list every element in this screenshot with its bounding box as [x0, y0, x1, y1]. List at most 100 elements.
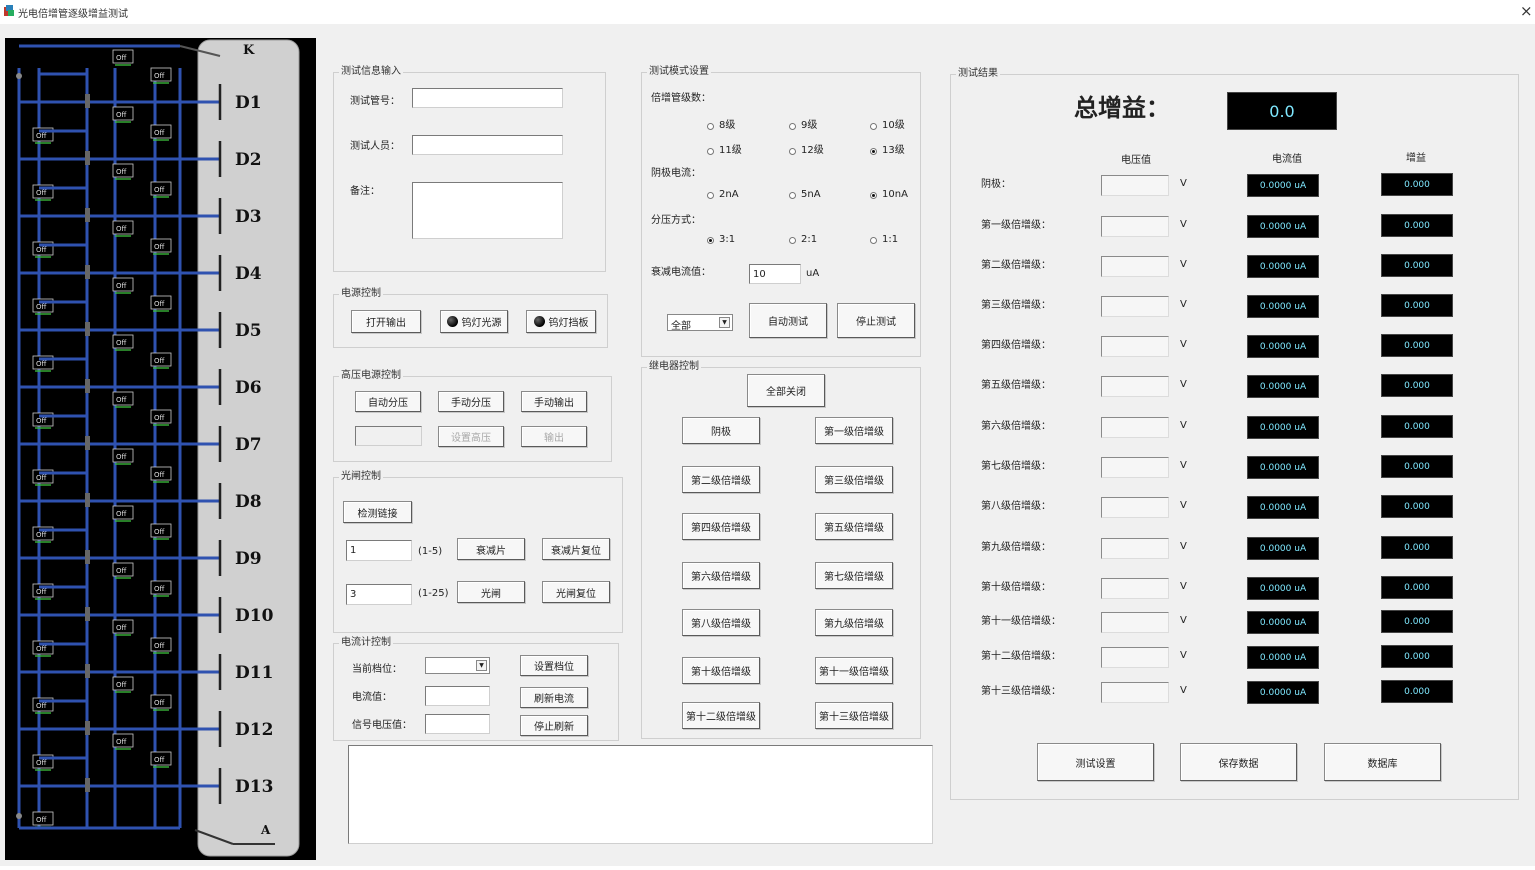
relay-button-10[interactable]: 第十级倍增级	[682, 657, 760, 684]
gate-reset-button[interactable]: 光闸复位	[542, 581, 610, 603]
auto-test-label: 自动测试	[768, 317, 808, 328]
result-current-display-5: 0.0000 uA	[1247, 375, 1319, 398]
result-voltage-unit-6: V	[1180, 420, 1187, 431]
divider-radio-2[interactable]: 1:1	[870, 234, 898, 246]
relay-button-1[interactable]: 第一级倍增级	[815, 417, 893, 444]
refresh-current-button[interactable]: 刷新电流	[520, 687, 588, 708]
result-gain-display-13: 0.000	[1381, 680, 1453, 703]
relay-button-11[interactable]: 第十一级倍增级	[815, 657, 893, 684]
relay-button-label: 第十三级倍增级	[819, 712, 889, 723]
atten-button[interactable]: 衰减片	[457, 538, 525, 560]
save-data-button[interactable]: 保存数据	[1180, 743, 1297, 781]
switch-a-label-12: Off	[116, 738, 127, 746]
relay-button-9[interactable]: 第九级倍增级	[815, 609, 893, 636]
node-top	[16, 73, 22, 79]
lamp-shutter-button[interactable]: 钨灯挡板	[526, 310, 596, 333]
result-current-display-11: 0.0000 uA	[1247, 611, 1319, 634]
relay-button-8[interactable]: 第八级倍增级	[682, 609, 760, 636]
result-row-label-0: 阴极：	[981, 179, 1011, 190]
voltage-column-header: 电压值	[1121, 155, 1151, 166]
range-select[interactable]: ▼	[425, 657, 490, 674]
divider-radio-1[interactable]: 2:1	[789, 234, 817, 246]
gain-column-header: 增益	[1406, 153, 1426, 164]
set-hv-button[interactable]: 设置高压	[438, 426, 504, 447]
relay-button-3[interactable]: 第三级倍增级	[815, 466, 893, 493]
stage-radio-4[interactable]: 12级	[789, 145, 824, 157]
stop-test-button[interactable]: 停止测试	[837, 303, 915, 338]
switch-b-label-6: Off	[154, 414, 165, 422]
tester-input[interactable]	[412, 135, 563, 155]
switch-b-label-7: Off	[154, 471, 165, 479]
stage-radio-0[interactable]: 8级	[707, 120, 735, 132]
gate-input[interactable]	[346, 584, 412, 605]
database-button[interactable]: 数据库	[1324, 743, 1441, 781]
cathode-radio-0[interactable]: 2nA	[707, 189, 739, 201]
relay-button-0[interactable]: 阴极	[682, 417, 760, 444]
stop-refresh-label: 停止刷新	[534, 722, 574, 733]
save-data-label: 保存数据	[1218, 758, 1259, 770]
cathode-radio-2[interactable]: 10nA	[870, 189, 908, 201]
remark-input[interactable]	[412, 182, 563, 239]
stages-label: 倍增管级数：	[651, 93, 711, 104]
result-current-value: 0.0000 uA	[1259, 261, 1307, 272]
gate-button[interactable]: 光闸	[457, 581, 525, 603]
test-settings-button[interactable]: 测试设置	[1037, 743, 1154, 781]
decay-input[interactable]	[749, 264, 801, 284]
relay-button-12[interactable]: 第十二级倍增级	[682, 702, 760, 729]
divider-radio-dot	[707, 236, 714, 244]
relay-block-9	[85, 607, 90, 621]
scope-select[interactable]: 全部 ▼	[667, 314, 733, 332]
stage-radio-3[interactable]: 11级	[707, 145, 742, 157]
cathode-radio-1[interactable]: 5nA	[789, 189, 821, 201]
dynode-label-3: D4	[235, 264, 262, 284]
relay-button-5[interactable]: 第五级倍增级	[815, 513, 893, 540]
lamp-shutter-label: 钨灯挡板	[548, 318, 589, 329]
manual-divide-button[interactable]: 手动分压	[438, 391, 504, 412]
signal-input[interactable]	[425, 714, 490, 734]
atten-reset-button[interactable]: 衰减片复位	[542, 538, 610, 560]
info-group-title: 测试信息输入	[339, 66, 403, 78]
result-current-display-6: 0.0000 uA	[1247, 416, 1319, 439]
result-voltage-field-12	[1101, 647, 1169, 668]
hv-value-input[interactable]	[355, 426, 422, 446]
divider-radio-0[interactable]: 3:1	[707, 234, 735, 246]
dynode-label-2: D3	[235, 207, 262, 227]
auto-test-button[interactable]: 自动测试	[749, 303, 827, 338]
switch-b-label-1: Off	[154, 129, 165, 137]
current-input[interactable]	[425, 686, 490, 706]
result-row-label-3: 第三级倍增级：	[981, 300, 1051, 311]
open-output-button[interactable]: 打开输出	[351, 310, 421, 333]
database-label: 数据库	[1367, 758, 1398, 770]
auto-divide-button[interactable]: 自动分压	[355, 391, 421, 412]
detect-link-button[interactable]: 检测链接	[343, 501, 412, 523]
stage-radio-5[interactable]: 13级	[870, 145, 905, 157]
log-textarea[interactable]	[348, 745, 933, 844]
close-icon[interactable]: ×	[1520, 2, 1533, 20]
dynode-label-7: D8	[235, 492, 262, 512]
relay-button-7[interactable]: 第七级倍增级	[815, 562, 893, 589]
hv-output-button[interactable]: 输出	[521, 426, 587, 447]
result-voltage-field-13	[1101, 682, 1169, 703]
relay-button-4[interactable]: 第四级倍增级	[682, 513, 760, 540]
stage-radio-1[interactable]: 9级	[789, 120, 817, 132]
manual-output-button[interactable]: 手动输出	[521, 391, 587, 412]
stage-radio-2[interactable]: 10级	[870, 120, 905, 132]
relay-button-label: 第五级倍增级	[824, 523, 884, 534]
relay-block-0	[85, 94, 90, 108]
relay-button-2[interactable]: 第二级倍增级	[682, 466, 760, 493]
result-voltage-unit-10: V	[1180, 581, 1187, 592]
tube-no-input[interactable]	[412, 88, 563, 108]
relay-button-13[interactable]: 第十三级倍增级	[815, 702, 893, 729]
set-range-button[interactable]: 设置档位	[520, 655, 588, 676]
divider-radio-label: 3:1	[719, 234, 736, 245]
atten-input[interactable]	[346, 540, 412, 561]
switch-b-label-0: Off	[154, 72, 165, 80]
auto-divide-label: 自动分压	[368, 398, 408, 409]
stop-refresh-button[interactable]: 停止刷新	[520, 715, 588, 736]
lamp-source-button[interactable]: 钨灯光源	[440, 310, 508, 333]
window-title: 光电倍增管逐级增益测试	[18, 9, 128, 20]
decay-label: 衰减电流值：	[651, 267, 711, 278]
switch-a-label-11: Off	[116, 681, 127, 689]
all-off-button[interactable]: 全部关闭	[747, 374, 825, 407]
relay-button-6[interactable]: 第六级倍增级	[682, 562, 760, 589]
